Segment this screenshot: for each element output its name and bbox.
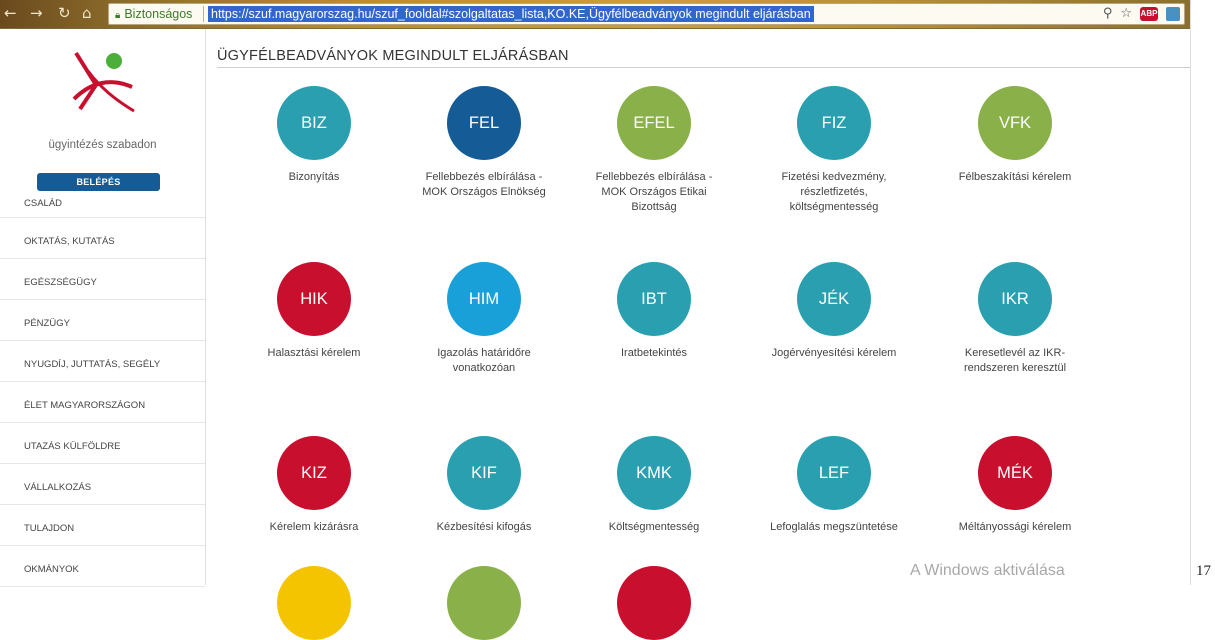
right-edge [1190,0,1215,585]
service-circle[interactable]: IKR [978,262,1052,336]
service-tile-lef[interactable]: LEF Lefoglalás megszüntetése [764,436,904,535]
zoom-icon[interactable]: ⚲ [1103,4,1113,24]
sidebar-item-elet[interactable]: ÉLET MAGYARORSZÁGON [0,382,205,423]
logo-tagline: ügyintézés szabadon [48,139,157,151]
windows-activation-watermark: A Windows aktiválása [910,562,1065,579]
sidebar-item-nyugdij[interactable]: NYUGDÍJ, JUTTATÁS, SEGÉLY [0,341,205,382]
login-button[interactable]: BELÉPÉS [37,173,160,191]
secure-label: Biztonságos [124,7,193,21]
service-tile-kif[interactable]: KIF Kézbesítési kifogás [414,436,554,535]
service-label[interactable]: Kérelem kizárásra [244,520,384,535]
sidebar-item-penzugy[interactable]: PÉNZÜGY [0,300,205,341]
service-tile-him[interactable]: HIM Igazolás határidőre vonatkozóan [414,262,554,376]
service-circle[interactable]: MÉK [978,436,1052,510]
service-label[interactable]: Félbeszakítási kérelem [945,170,1085,185]
service-label[interactable]: Költségmentesség [584,520,724,535]
service-circle[interactable] [447,566,521,640]
back-arrow-icon[interactable]: ← [4,4,17,22]
service-tile-partial[interactable] [414,566,554,640]
service-circle[interactable]: HIM [447,262,521,336]
service-label[interactable]: Keresetlevél az IKR-rendszeren keresztül [945,346,1085,376]
page-title: ÜGYFÉLBEADVÁNYOK MEGINDULT ELJÁRÁSBAN [217,48,569,64]
sidebar-item-utazas[interactable]: UTAZÁS KÜLFÖLDRE [0,423,205,464]
sidebar-item-csalad[interactable]: CSALÁD [0,198,205,218]
sidebar-item-okmanyok[interactable]: OKMÁNYOK [0,546,205,587]
service-label[interactable]: Bizonyítás [244,170,384,185]
site-logo[interactable] [70,47,140,117]
service-circle[interactable]: FEL [447,86,521,160]
service-circle[interactable]: JÉK [797,262,871,336]
sidebar: ügyintézés szabadon BELÉPÉS CSALÁD OKTAT… [0,29,206,587]
service-tile-fiz[interactable]: FIZ Fizetési kedvezmény, részletfizetés,… [764,86,904,215]
sidebar-item-egeszsegugy[interactable]: EGÉSZSÉGÜGY [0,259,205,300]
adblock-plus-icon[interactable]: ABP [1140,7,1158,21]
service-tile-kiz[interactable]: KIZ Kérelem kizárásra [244,436,384,535]
service-label[interactable]: Halasztási kérelem [244,346,384,361]
title-divider [217,67,1190,68]
address-separator [203,6,204,22]
secure-indicator[interactable]: 🔒︎ Biztonságos [115,4,192,26]
browser-toolbar: ← → ↻ ⌂ 🔒︎ Biztonságos https://szuf.magya… [0,0,1190,29]
service-circle[interactable]: VFK [978,86,1052,160]
service-tile-partial[interactable] [584,566,724,640]
lock-icon: 🔒︎ [115,10,121,21]
main-content: ÜGYFÉLBEADVÁNYOK MEGINDULT ELJÁRÁSBAN BI… [206,29,1190,640]
service-circle[interactable]: EFEL [617,86,691,160]
service-tile-kmk[interactable]: KMK Költségmentesség [584,436,724,535]
service-tile-efel[interactable]: EFEL Fellebbezés elbírálása - MOK Ország… [584,86,724,215]
address-bar[interactable]: 🔒︎ Biztonságos https://szuf.magyarorszag.… [108,3,1185,25]
service-tile-fel[interactable]: FEL Fellebbezés elbírálása - MOK Országo… [414,86,554,200]
sidebar-item-oktatas[interactable]: OKTATÁS, KUTATÁS [0,218,205,259]
service-tile-hik[interactable]: HIK Halasztási kérelem [244,262,384,361]
service-label[interactable]: Fellebbezés elbírálása - MOK Országos El… [414,170,554,200]
service-tile-ikr[interactable]: IKR Keresetlevél az IKR-rendszeren keres… [945,262,1085,376]
sidebar-item-tulajdon[interactable]: TULAJDON [0,505,205,546]
service-tile-biz[interactable]: BIZ Bizonyítás [244,86,384,185]
service-tile-partial[interactable] [244,566,384,640]
service-tile-jek[interactable]: JÉK Jogérvényesítési kérelem [764,262,904,361]
sidebar-menu: CSALÁD OKTATÁS, KUTATÁS EGÉSZSÉGÜGY PÉNZ… [0,198,205,587]
service-circle[interactable]: KMK [617,436,691,510]
service-label[interactable]: Fizetési kedvezmény, részletfizetés, köl… [764,170,904,215]
url-text[interactable]: https://szuf.magyarorszag.hu/szuf_foolda… [208,6,814,22]
bookmark-star-icon[interactable]: ☆ [1120,4,1132,24]
service-label[interactable]: Iratbetekintés [584,346,724,361]
service-label[interactable]: Kézbesítési kifogás [414,520,554,535]
sidebar-item-vallalkozas[interactable]: VÁLLALKOZÁS [0,464,205,505]
service-circle[interactable]: KIF [447,436,521,510]
service-label[interactable]: Fellebbezés elbírálása - MOK Országos Et… [584,170,724,215]
extension-icon[interactable] [1166,7,1180,21]
service-circle[interactable]: LEF [797,436,871,510]
service-circle[interactable]: IBT [617,262,691,336]
service-label[interactable]: Méltányossági kérelem [945,520,1085,535]
home-icon[interactable]: ⌂ [82,4,92,22]
service-label[interactable]: Igazolás határidőre vonatkozóan [414,346,554,376]
service-tile-mek[interactable]: MÉK Méltányossági kérelem [945,436,1085,535]
forward-arrow-icon[interactable]: → [30,4,43,22]
service-circle[interactable] [277,566,351,640]
service-circle[interactable]: HIK [277,262,351,336]
service-label[interactable]: Lefoglalás megszüntetése [764,520,904,535]
service-tile-vfk[interactable]: VFK Félbeszakítási kérelem [945,86,1085,185]
service-circle[interactable]: FIZ [797,86,871,160]
service-circle[interactable]: BIZ [277,86,351,160]
service-circle[interactable]: KIZ [277,436,351,510]
reload-icon[interactable]: ↻ [58,4,71,22]
service-circle[interactable] [617,566,691,640]
address-bar-actions: ⚲ ☆ ABP [1103,4,1180,24]
service-tile-ibt[interactable]: IBT Iratbetekintés [584,262,724,361]
service-label[interactable]: Jogérvényesítési kérelem [764,346,904,361]
page-number: 17 [1196,563,1211,579]
